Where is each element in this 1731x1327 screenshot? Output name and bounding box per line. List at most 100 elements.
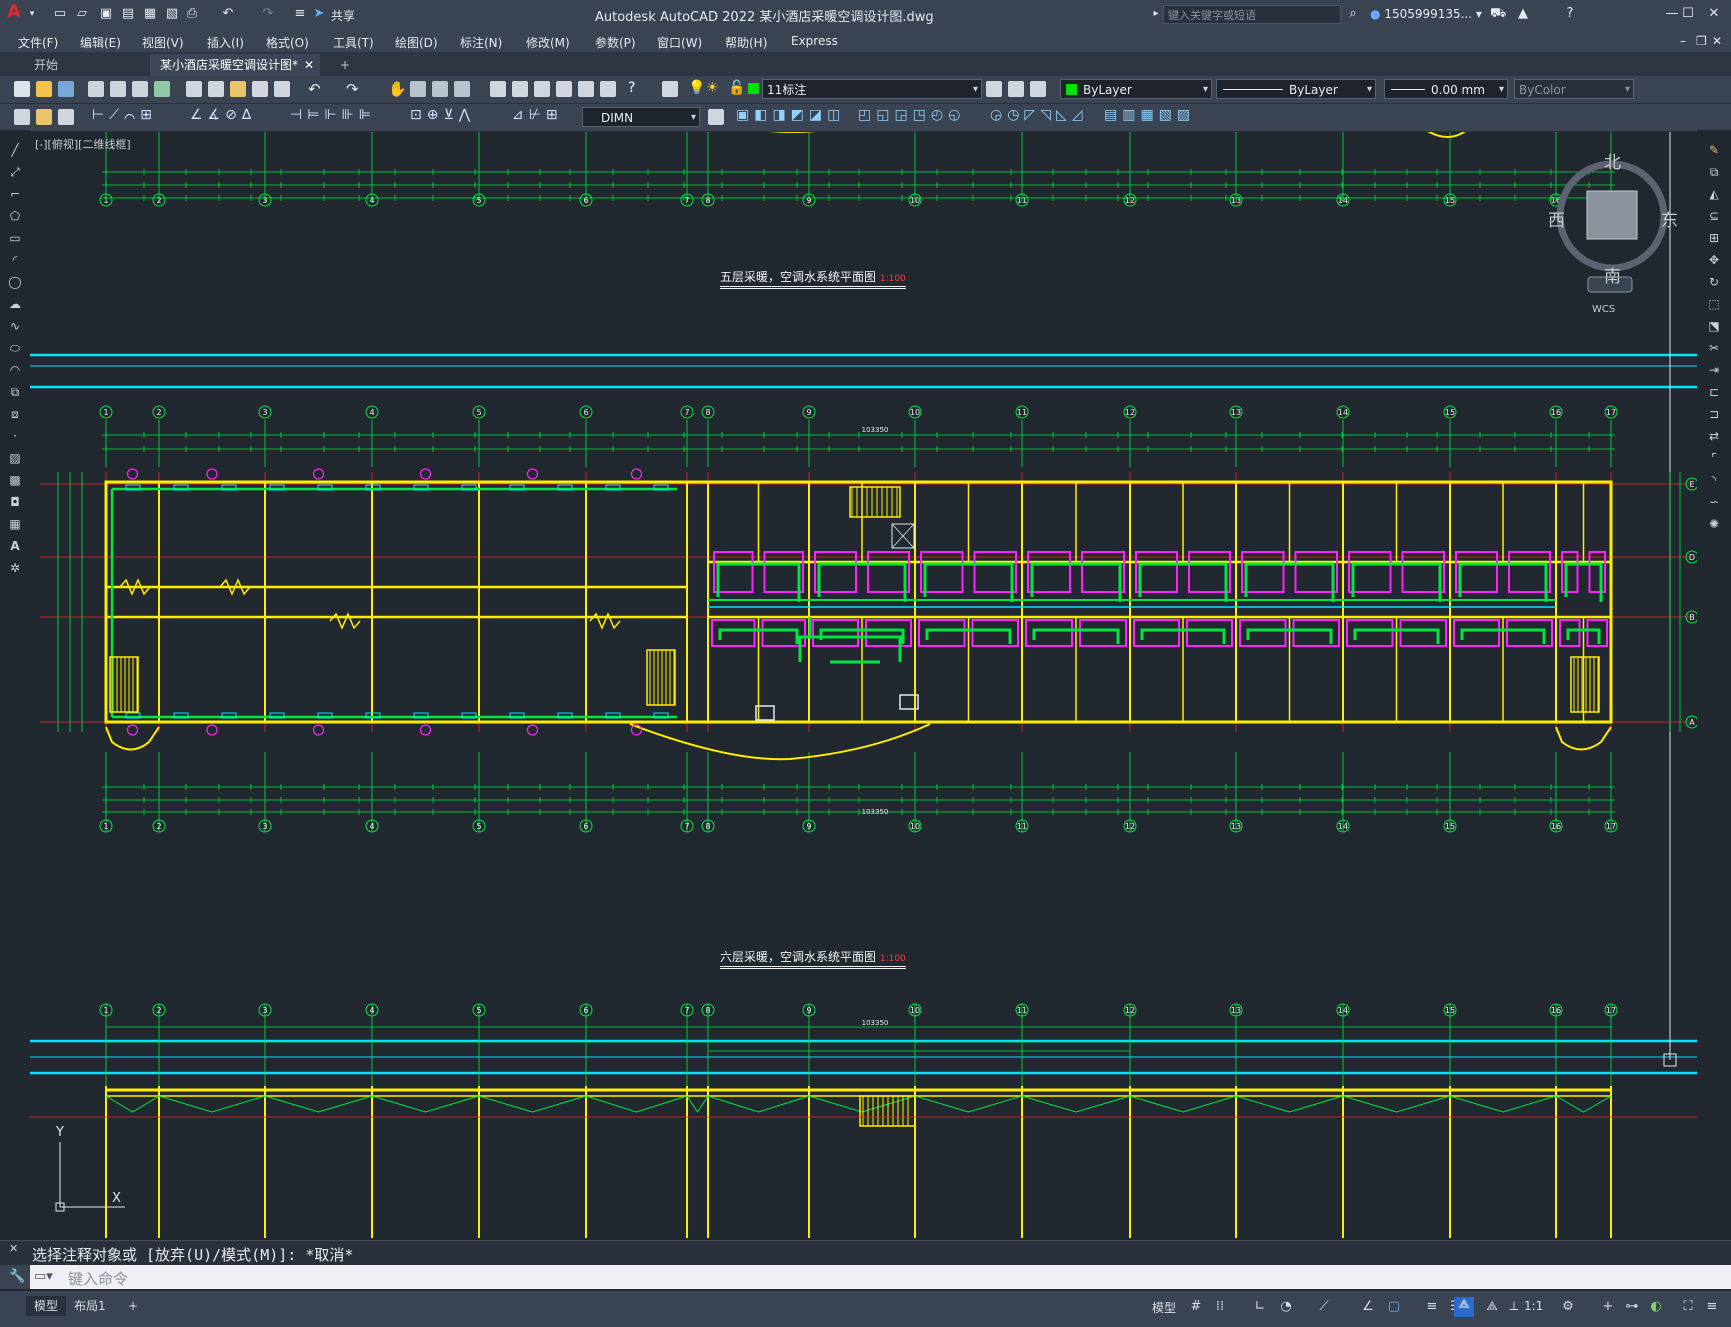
make-current-icon[interactable] (986, 81, 1002, 97)
viewcube[interactable] (1586, 190, 1638, 240)
zoom-window-icon[interactable] (432, 81, 448, 97)
autodesk-app-icon[interactable]: ▲ (1515, 6, 1531, 22)
help-tb-icon[interactable]: ? (628, 80, 635, 96)
compass-north[interactable]: 北 (1604, 148, 1621, 173)
dim-tolerance-tools[interactable]: ⊡⊕⊻⋀ (410, 107, 475, 123)
tool-b-icon[interactable] (36, 109, 52, 125)
lineweight-dropdown[interactable]: 0.00 mm ▾ (1384, 79, 1508, 99)
designcenter-icon[interactable] (512, 81, 528, 97)
gradient-icon[interactable]: ▩ (7, 472, 23, 488)
recent-commands-icon[interactable]: ▭▾ (34, 1269, 53, 1284)
user-account[interactable]: ● 1505999135... ▾ (1370, 7, 1482, 21)
scale-icon[interactable]: ⬚ (1706, 296, 1722, 312)
doc-close-icon[interactable]: ✕ (1712, 34, 1722, 48)
compass-south[interactable]: 南 (1604, 262, 1621, 287)
blend-icon[interactable]: ∽ (1706, 494, 1722, 510)
menu-draw[interactable]: 绘图(D) (395, 34, 438, 51)
toolpalettes-icon[interactable] (534, 81, 550, 97)
blockeditor-icon[interactable] (274, 81, 290, 97)
doc-restore-icon[interactable]: ❐ (1696, 34, 1707, 48)
color-dropdown[interactable]: ByLayer ▾ (1060, 79, 1212, 99)
linetype-dropdown[interactable]: ByLayer ▾ (1216, 79, 1376, 99)
stretch-icon[interactable]: ⬔ (1706, 318, 1722, 334)
save-as-icon[interactable]: ▤ (120, 6, 136, 22)
close-icon[interactable]: ✕ (1706, 6, 1722, 22)
undo-icon[interactable]: ↶ (220, 6, 236, 22)
share-label[interactable]: 共享 (331, 7, 355, 24)
annotation-scale-icon[interactable]: ⟂ (1506, 1299, 1522, 1315)
polyline-icon[interactable]: ⌐ (7, 186, 23, 202)
save-to-web-icon[interactable]: ▧ (164, 6, 180, 22)
model-space-toggle[interactable]: 模型 (1152, 1299, 1176, 1316)
dim-linear-tools[interactable]: ⊢⟋⌒⊞ (92, 107, 157, 123)
wrench-icon[interactable]: 🔧 (9, 1269, 25, 1284)
sheetset-icon[interactable] (556, 81, 572, 97)
customize-icon[interactable]: ≡ (1704, 1299, 1720, 1315)
explode-icon[interactable]: ✺ (1706, 516, 1722, 532)
break-at-point-icon[interactable]: ⊏ (1706, 384, 1722, 400)
point-icon[interactable]: · (7, 428, 23, 444)
layer-properties-icon[interactable] (662, 81, 678, 97)
units-icon[interactable]: ⊶ (1624, 1299, 1640, 1315)
search-icon[interactable]: ⌕ (1345, 6, 1361, 22)
dim-baseline-tools[interactable]: ⊣⊨⊩⊪⊫ (290, 107, 376, 123)
layer-dropdown[interactable]: 11标注 ▾ (762, 79, 982, 99)
pan-icon[interactable]: ✋ (388, 80, 407, 98)
fullscreen-icon[interactable]: ⛶ (1680, 1299, 1696, 1315)
modify-tools-1[interactable]: ▣◧◨◩◪◫ (736, 107, 845, 123)
compass-east[interactable]: 东 (1661, 206, 1678, 231)
open-file-icon[interactable]: ▱ (74, 6, 90, 22)
3dprint-icon[interactable] (154, 81, 170, 97)
command-close-icon[interactable]: ✕ (9, 1243, 18, 1254)
revcloud-icon[interactable]: ☁ (7, 296, 23, 312)
trim-icon[interactable]: ✂ (1706, 340, 1722, 356)
markup-icon[interactable] (578, 81, 594, 97)
doc-minimize-icon[interactable]: – (1680, 34, 1686, 48)
minimize-icon[interactable]: — (1664, 6, 1680, 22)
menu-view[interactable]: 视图(V) (142, 34, 184, 51)
tab-close-icon[interactable]: ✕ (304, 54, 314, 76)
ortho-icon[interactable]: ∟ (1252, 1299, 1268, 1315)
save-tb-icon[interactable] (58, 81, 74, 97)
command-line[interactable]: 🔧 ▭▾ 键入命令 (0, 1265, 1731, 1289)
new-file-icon[interactable]: ▭ (52, 6, 68, 22)
autoscale-icon[interactable]: ⟁ (1484, 1299, 1500, 1315)
menu-edit[interactable]: 编辑(E) (80, 34, 121, 51)
search-expand-icon[interactable]: ▸ (1148, 6, 1164, 22)
osnap-tracking-icon[interactable]: ∠ (1360, 1299, 1376, 1315)
calculator-icon[interactable] (600, 81, 616, 97)
viewport-controls[interactable]: [-][俯视][二维线框] (35, 136, 131, 152)
properties-icon[interactable] (490, 81, 506, 97)
isodraft-icon[interactable]: ⟋ (1316, 1299, 1332, 1315)
autocad-logo-icon[interactable]: A (6, 4, 22, 21)
workspace-dropdown-icon[interactable]: ≡ (292, 6, 308, 22)
cut-icon[interactable] (186, 81, 202, 97)
rotate-icon[interactable]: ↻ (1706, 274, 1722, 290)
tab-drawing[interactable]: 某小酒店采暖空调设计图* ✕ (150, 54, 320, 76)
open-icon[interactable] (36, 81, 52, 97)
dim-angular-tools[interactable]: ∠∡⊘∆ (190, 107, 256, 123)
redo-tb-icon[interactable]: ↷ (346, 80, 359, 98)
menu-express[interactable]: Express (791, 34, 838, 48)
menu-file[interactable]: 文件(F) (18, 34, 58, 51)
join-icon[interactable]: ⇄ (1706, 428, 1722, 444)
rectangle-icon[interactable]: ▭ (7, 230, 23, 246)
new-tab-button[interactable]: + (330, 54, 358, 76)
annotation-scale-value[interactable]: 1:1 (1524, 1299, 1543, 1313)
menu-window[interactable]: 窗口(W) (657, 34, 702, 51)
dim-edit-tools[interactable]: ⊿⊬⊞ (512, 107, 563, 123)
extend-icon[interactable]: ⇥ (1706, 362, 1722, 378)
osnap-icon[interactable]: ▢ (1386, 1299, 1402, 1315)
menu-dimension[interactable]: 标注(N) (460, 34, 502, 51)
zoom-previous-icon[interactable] (454, 81, 470, 97)
spline-icon[interactable]: ∿ (7, 318, 23, 334)
lineweight-icon[interactable]: ≡ (1424, 1299, 1440, 1315)
tool-a-icon[interactable] (14, 109, 30, 125)
line-icon[interactable]: ╱ (7, 142, 23, 158)
preview-icon[interactable] (110, 81, 126, 97)
grid-icon[interactable]: # (1188, 1299, 1204, 1315)
break-icon[interactable]: ⊐ (1706, 406, 1722, 422)
isolate-icon[interactable]: ◐ (1648, 1299, 1664, 1315)
tab-model[interactable]: 模型 (26, 1296, 67, 1316)
redo-icon[interactable]: ↷ (260, 6, 276, 22)
